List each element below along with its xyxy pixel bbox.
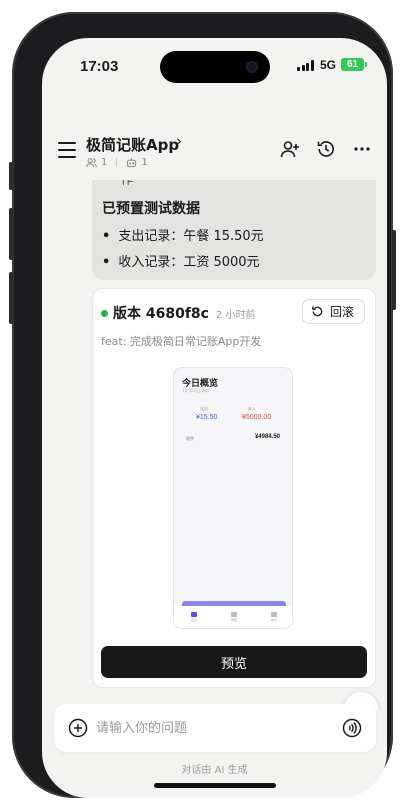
- message-input[interactable]: [96, 716, 326, 740]
- list-item: 收入记录：工资 5000元: [102, 250, 264, 276]
- chevron-right-icon[interactable]: ›: [176, 132, 182, 150]
- message-partial-text: TF: [120, 180, 134, 188]
- rollback-label: 回滚: [329, 305, 354, 319]
- volume-up-button: [9, 208, 13, 260]
- header-actions: [279, 138, 373, 160]
- home-indicator: [154, 783, 276, 788]
- thumb-nav-home: 首页: [190, 612, 197, 622]
- divider: [116, 158, 118, 167]
- ai-disclaimer: 对话由 AI 生成: [181, 765, 248, 776]
- volume-down-button: [9, 272, 13, 324]
- page-title[interactable]: 极简记账App: [86, 134, 179, 155]
- battery-icon: 61: [341, 58, 367, 71]
- network-type: 5G: [320, 58, 337, 72]
- camera-icon: [246, 61, 258, 73]
- thumb-bottom-nav: 首页 明细 统计: [174, 606, 292, 628]
- phone-frame: 17:03 5G 61 极简记账App › 1 1 TF 已预置测试数据 • 支…: [9, 12, 396, 798]
- thumb-expense-value: ¥15.50: [196, 414, 218, 421]
- version-time: 2 小时前: [215, 309, 256, 321]
- chat-header: 极简记账App › 1 1: [42, 130, 387, 180]
- members-icon: [86, 158, 97, 168]
- chart-icon: [270, 612, 277, 617]
- bots-count: 1: [141, 157, 148, 168]
- thumb-nav-stats: 统计: [270, 612, 277, 622]
- thumb-nav-details: 明细: [230, 612, 237, 622]
- version-card: 版本 4680f8c 2 小时前 回滚 feat: 完成极简日常记账App开发 …: [92, 288, 376, 688]
- thumb-expense-label: 支出: [200, 406, 208, 411]
- thumb-date: 10月22日 周二: [182, 388, 210, 393]
- list-item: 支出记录：午餐 15.50元: [102, 224, 263, 250]
- message-heading: 已预置测试数据: [102, 201, 200, 217]
- app-preview-thumbnail[interactable]: 今日概览 10月22日 周二 支出 收入 ¥15.50 ¥5000.00 结余 …: [173, 367, 293, 629]
- status-time: 17:03: [80, 58, 119, 75]
- rollback-icon: [312, 306, 323, 317]
- status-bar: 17:03 5G 61: [42, 38, 387, 94]
- version-label: 版本 4680f8c: [113, 306, 209, 322]
- commit-message: feat: 完成极简日常记账App开发: [101, 335, 262, 348]
- dynamic-island: [160, 51, 270, 83]
- status-dot: [101, 309, 108, 317]
- add-user-icon[interactable]: [279, 138, 301, 160]
- action-button: [9, 162, 13, 190]
- chat-content[interactable]: TF 已预置测试数据 支出记录：午餐 15.50元 收入记录：工资 5000元 …: [42, 180, 387, 710]
- members-count: 1: [101, 157, 108, 168]
- thumb-balance-label: 结余: [186, 436, 194, 441]
- thumb-income-label: 收入: [248, 406, 256, 411]
- power-button: [392, 230, 396, 310]
- add-attachment-icon[interactable]: [68, 718, 88, 738]
- more-icon[interactable]: [351, 138, 373, 160]
- chat-meta: 1 1: [86, 157, 148, 168]
- voice-input-icon[interactable]: [342, 718, 362, 738]
- thumb-balance-value: ¥4984.50: [254, 434, 280, 440]
- version-header: 版本 4680f8c 2 小时前: [101, 303, 256, 323]
- composer: [54, 704, 376, 752]
- signal-icon: [297, 60, 314, 71]
- preview-button[interactable]: 预览: [101, 646, 367, 678]
- rollback-button[interactable]: 回滚: [301, 299, 365, 324]
- message-list: 支出记录：午餐 15.50元 收入记录：工资 5000元: [102, 224, 264, 276]
- home-icon: [190, 612, 197, 617]
- list-icon: [230, 612, 237, 617]
- menu-icon[interactable]: [58, 142, 76, 158]
- assistant-message: TF 已预置测试数据 支出记录：午餐 15.50元 收入记录：工资 5000元: [92, 180, 376, 280]
- history-icon[interactable]: [315, 138, 337, 160]
- screen: 17:03 5G 61 极简记账App › 1 1 TF 已预置测试数据 • 支…: [42, 38, 387, 798]
- thumb-income-value: ¥5000.00: [242, 414, 272, 421]
- bot-icon: [127, 158, 137, 168]
